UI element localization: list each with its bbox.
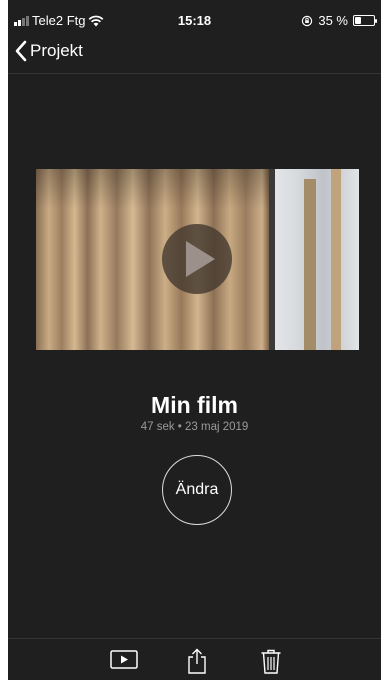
play-preview-icon — [110, 650, 138, 669]
door-frame — [331, 169, 341, 350]
delete-button[interactable] — [260, 648, 282, 679]
bottom-toolbar — [8, 638, 381, 680]
battery-percent: 35 % — [318, 13, 348, 28]
share-button[interactable] — [186, 648, 208, 679]
back-label: Projekt — [30, 41, 83, 60]
chevron-left-icon — [15, 40, 27, 62]
screen: Tele2 Ftg 15:18 35 % Projekt Min film 47… — [8, 0, 381, 680]
curtain-shade — [36, 169, 269, 209]
play-preview-button[interactable] — [110, 648, 138, 675]
door-image — [304, 179, 316, 350]
back-button[interactable]: Projekt — [14, 40, 83, 62]
battery-icon — [353, 15, 377, 26]
edit-button[interactable]: Ändra — [162, 455, 232, 525]
nav-bar: Projekt — [8, 34, 381, 74]
status-bar: Tele2 Ftg 15:18 35 % — [8, 0, 381, 34]
status-right: 35 % — [301, 13, 377, 28]
share-icon — [188, 648, 206, 674]
orientation-lock-icon — [302, 15, 313, 26]
wall-edge — [269, 169, 275, 350]
film-meta: 47 sek • 23 maj 2019 — [140, 421, 249, 433]
play-button[interactable] — [162, 224, 232, 294]
film-title: Min film — [151, 392, 238, 418]
trash-icon — [261, 649, 281, 674]
play-icon — [186, 241, 215, 277]
video-thumbnail[interactable] — [36, 169, 359, 350]
